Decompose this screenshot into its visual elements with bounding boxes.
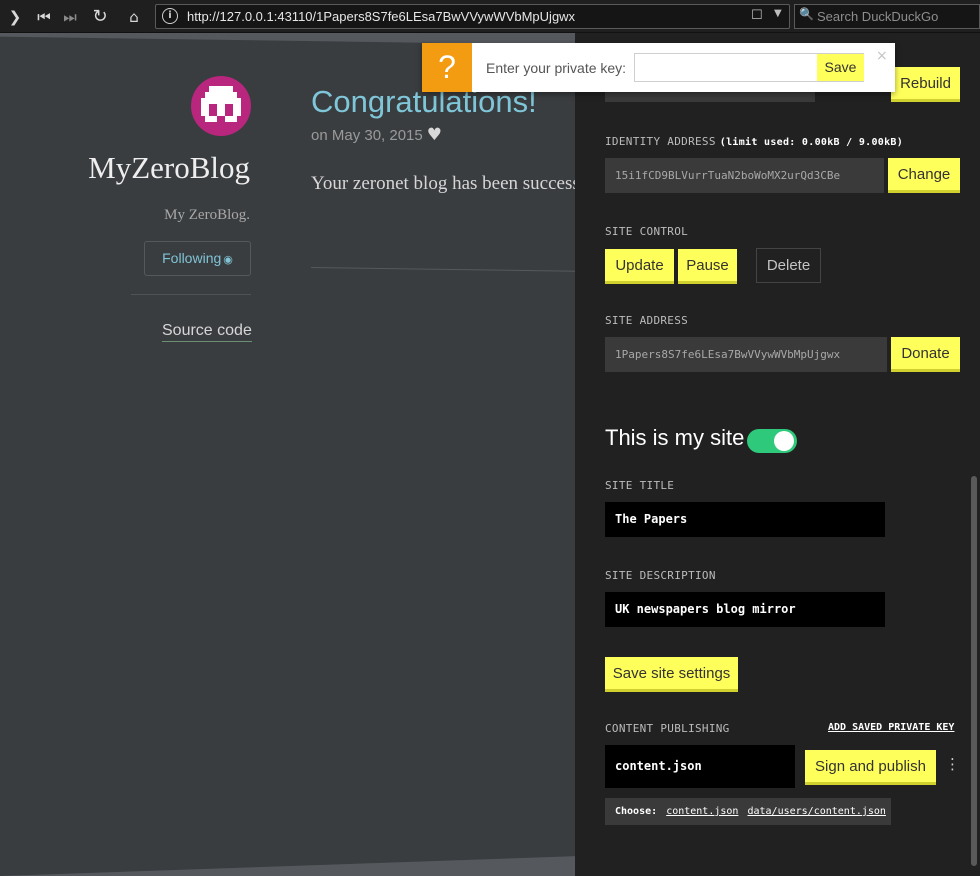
last-page-icon[interactable]: ⏭ — [59, 6, 81, 28]
site-control-label: SITE CONTROL — [605, 225, 689, 238]
site-title-label: SITE TITLE — [605, 479, 675, 492]
url-text[interactable]: http://127.0.0.1:43110/1Papers8S7fe6LEsa… — [187, 9, 575, 24]
content-choose-bar: Choose: content.json data/users/content.… — [605, 798, 891, 825]
site-address-label: SITE ADDRESS — [605, 314, 689, 327]
follow-button[interactable]: Following ◉ — [144, 241, 251, 276]
identity-address-field[interactable]: 15i1fCD9BLVurrTuaN2boWoMX2urQd3CBe — [605, 158, 884, 193]
close-icon[interactable]: × — [876, 48, 888, 64]
sidebar-divider — [131, 294, 251, 295]
delete-button[interactable]: Delete — [756, 248, 821, 283]
avatar-identicon — [201, 86, 241, 126]
my-site-label: This is my site — [605, 425, 745, 450]
question-icon: ? — [422, 43, 472, 92]
rebuild-button[interactable]: Rebuild — [891, 67, 960, 102]
content-publishing-label: CONTENT PUBLISHING — [605, 722, 730, 735]
home-icon[interactable]: ⌂ — [123, 6, 145, 28]
bookmark-icon[interactable]: ☐ — [751, 8, 763, 23]
dropdown-icon[interactable]: ▼ — [774, 8, 782, 19]
follow-label: Following — [162, 250, 222, 266]
pause-button[interactable]: Pause — [678, 249, 737, 284]
private-key-notification: ? Enter your private key: Save × — [422, 43, 895, 92]
browser-toolbar: ❯ ⏮ ⏭ ↻ ⌂ i http://127.0.0.1:43110/1Pape… — [0, 0, 980, 33]
source-code-link[interactable]: Source code — [162, 322, 252, 342]
blog-title[interactable]: MyZeroBlog — [60, 150, 250, 186]
choose-users-content-json-link[interactable]: data/users/content.json — [747, 806, 885, 817]
my-site-toggle[interactable] — [747, 429, 797, 453]
sign-and-publish-button[interactable]: Sign and publish — [805, 750, 936, 785]
like-heart-icon[interactable]: ♥ — [427, 125, 442, 145]
search-placeholder[interactable]: Search DuckDuckGo — [817, 9, 938, 24]
change-identity-button[interactable]: Change — [888, 158, 960, 193]
save-site-settings-button[interactable]: Save site settings — [605, 657, 738, 692]
site-address-field[interactable]: 1Papers8S7fe6LEsa7BwVVywWVbMpUjgwx — [605, 337, 887, 372]
more-options-icon[interactable]: ⋮ — [945, 755, 960, 773]
blog-description: My ZeroBlog. — [164, 207, 250, 223]
sidebar-scrollbar[interactable] — [971, 476, 977, 866]
search-icon: 🔍 — [799, 7, 814, 21]
address-bar[interactable]: i http://127.0.0.1:43110/1Papers8S7fe6LE… — [155, 4, 790, 29]
decorative-strip-bottom — [0, 856, 580, 876]
post-date-text: on May 30, 2015 — [311, 127, 423, 144]
avatar — [191, 76, 251, 136]
search-bar[interactable]: 🔍 Search DuckDuckGo — [794, 4, 980, 29]
identity-label: IDENTITY ADDRESS (limit used: 0.00kB / 9.… — [605, 135, 903, 148]
add-saved-private-key-link[interactable]: ADD SAVED PRIVATE KEY — [828, 722, 954, 733]
identity-label-text: IDENTITY ADDRESS — [605, 135, 716, 148]
site-description-input[interactable]: UK newspapers blog mirror — [605, 592, 885, 627]
identity-limit: (limit used: 0.00kB / 9.00kB) — [719, 137, 904, 148]
content-file-select[interactable]: content.json — [605, 745, 795, 788]
update-button[interactable]: Update — [605, 249, 674, 284]
choose-label: Choose: — [615, 806, 658, 817]
info-icon[interactable]: i — [162, 8, 178, 24]
notification-message: Enter your private key: — [486, 60, 627, 76]
site-description-label: SITE DESCRIPTION — [605, 569, 716, 582]
save-key-button[interactable]: Save — [817, 54, 864, 81]
first-page-icon[interactable]: ⏮ — [33, 6, 55, 28]
toggle-knob — [774, 431, 794, 451]
choose-content-json-link[interactable]: content.json — [666, 806, 738, 817]
post-body: Your zeronet blog has been successfully … — [311, 173, 577, 194]
donate-button[interactable]: Donate — [891, 337, 960, 372]
site-title-input[interactable]: The Papers — [605, 502, 885, 537]
reload-icon[interactable]: ↻ — [89, 6, 111, 28]
post-date: on May 30, 2015 ♥ — [311, 125, 442, 145]
forward-icon[interactable]: ❯ — [4, 6, 26, 28]
rss-icon: ◉ — [223, 253, 233, 266]
